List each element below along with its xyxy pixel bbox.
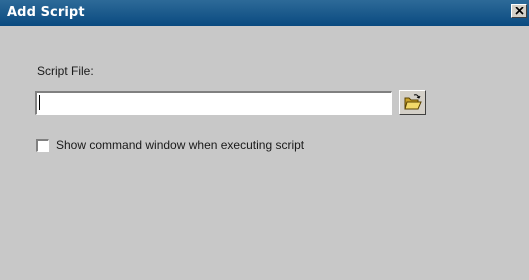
script-file-input[interactable]	[35, 91, 392, 115]
close-button[interactable]	[511, 4, 527, 18]
add-script-dialog: Add Script Script File: Show command win…	[0, 0, 529, 280]
dialog-title: Add Script	[7, 5, 85, 20]
browse-button[interactable]	[399, 90, 426, 115]
show-command-window-label[interactable]: Show command window when executing scrip…	[56, 138, 304, 152]
close-icon	[515, 7, 524, 15]
title-bar: Add Script	[0, 0, 529, 26]
show-command-window-checkbox[interactable]	[36, 139, 49, 152]
script-file-label: Script File:	[37, 64, 94, 78]
text-caret	[39, 95, 40, 110]
open-folder-icon	[404, 94, 422, 110]
